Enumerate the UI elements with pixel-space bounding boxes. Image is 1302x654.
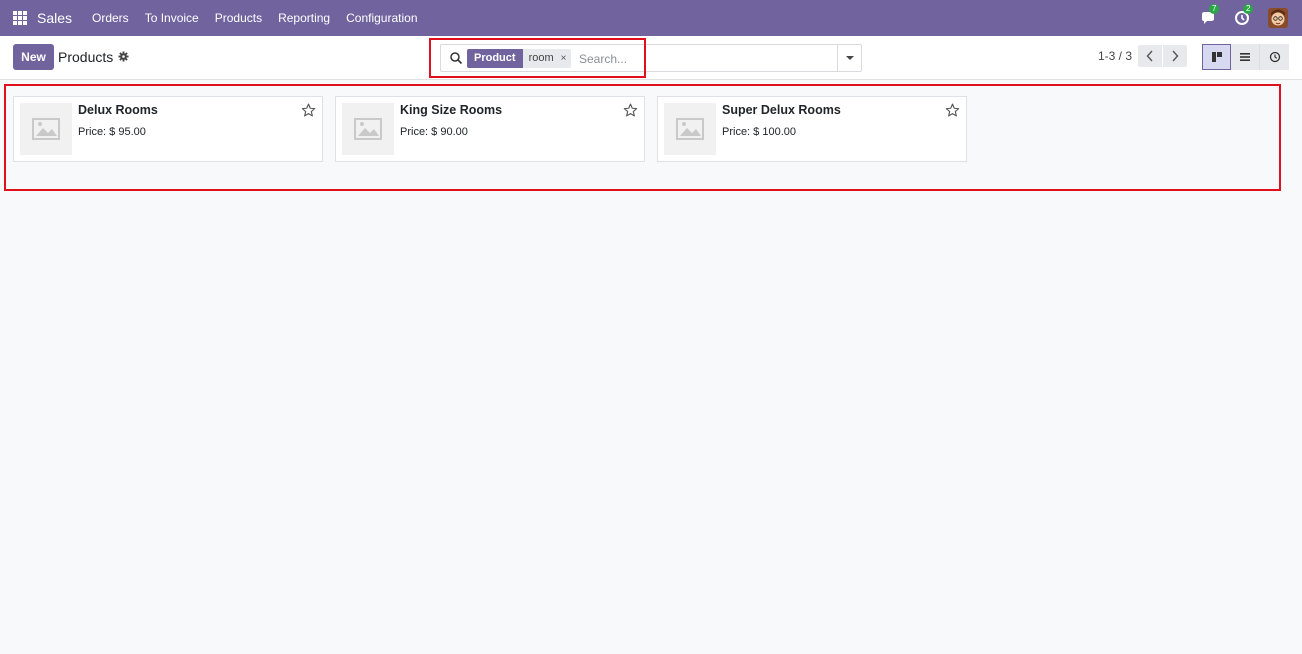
product-name: King Size Rooms bbox=[400, 103, 503, 117]
product-price: Price: $ 90.00 bbox=[400, 126, 468, 138]
image-icon bbox=[342, 103, 394, 155]
search-bar: Product room × bbox=[440, 44, 862, 72]
activity-view-button[interactable] bbox=[1260, 44, 1289, 70]
star-icon[interactable] bbox=[623, 103, 638, 118]
activities-badge: 2 bbox=[1243, 4, 1254, 14]
product-name: Delux Rooms bbox=[78, 103, 158, 117]
messages-badge: 7 bbox=[1209, 4, 1220, 14]
star-icon[interactable] bbox=[945, 103, 960, 118]
user-avatar[interactable] bbox=[1268, 8, 1288, 28]
chevron-left-icon bbox=[1146, 50, 1153, 62]
menu-item-to-invoice[interactable]: To Invoice bbox=[137, 11, 207, 25]
menu-item-products[interactable]: Products bbox=[207, 11, 270, 25]
list-icon bbox=[1240, 53, 1250, 61]
search-input[interactable] bbox=[579, 49, 829, 68]
clock-icon[interactable]: 2 bbox=[1234, 4, 1254, 26]
pager-next-button[interactable] bbox=[1163, 45, 1187, 67]
chevron-right-icon bbox=[1172, 50, 1179, 62]
kanban-view-button[interactable] bbox=[1202, 44, 1231, 70]
product-price: Price: $ 100.00 bbox=[722, 126, 796, 138]
search-icon bbox=[450, 52, 463, 65]
search-facet[interactable]: Product room × bbox=[467, 49, 572, 68]
new-button[interactable]: New bbox=[13, 44, 54, 70]
systray: 7 2 bbox=[1200, 0, 1302, 36]
facet-value-wrap: room × bbox=[522, 49, 572, 68]
facet-label: Product bbox=[467, 49, 523, 68]
top-navbar: Sales Orders To Invoice Products Reporti… bbox=[0, 0, 1302, 36]
search-options-toggle[interactable] bbox=[837, 45, 861, 71]
apps-grid-icon[interactable] bbox=[13, 11, 27, 25]
image-icon bbox=[664, 103, 716, 155]
list-view-button[interactable] bbox=[1231, 44, 1260, 70]
view-switcher bbox=[1202, 44, 1289, 70]
star-icon[interactable] bbox=[301, 103, 316, 118]
activity-icon bbox=[1269, 51, 1280, 63]
kanban-icon bbox=[1211, 52, 1222, 62]
product-card[interactable]: King Size Rooms Price: $ 90.00 bbox=[335, 96, 645, 162]
gear-icon[interactable] bbox=[118, 51, 129, 62]
product-name: Super Delux Rooms bbox=[722, 103, 841, 117]
product-price: Price: $ 95.00 bbox=[78, 126, 146, 138]
chat-icon[interactable]: 7 bbox=[1200, 4, 1220, 26]
caret-down-icon bbox=[845, 56, 854, 60]
product-card[interactable]: Delux Rooms Price: $ 95.00 bbox=[13, 96, 323, 162]
main-menu: Orders To Invoice Products Reporting Con… bbox=[84, 0, 426, 36]
control-panel: New Products Product room × 1-3 / 3 bbox=[0, 36, 1302, 80]
pager-previous-button[interactable] bbox=[1138, 45, 1162, 67]
pager-value[interactable]: 1-3 / 3 bbox=[1098, 49, 1132, 63]
menu-item-configuration[interactable]: Configuration bbox=[338, 11, 425, 25]
image-icon bbox=[20, 103, 72, 155]
facet-value: room bbox=[528, 52, 554, 64]
menu-item-reporting[interactable]: Reporting bbox=[270, 11, 338, 25]
facet-remove-icon[interactable]: × bbox=[561, 49, 567, 68]
menu-item-orders[interactable]: Orders bbox=[84, 11, 137, 25]
page-title: Products bbox=[58, 49, 114, 65]
app-brand[interactable]: Sales bbox=[37, 10, 72, 26]
product-card[interactable]: Super Delux Rooms Price: $ 100.00 bbox=[657, 96, 967, 162]
